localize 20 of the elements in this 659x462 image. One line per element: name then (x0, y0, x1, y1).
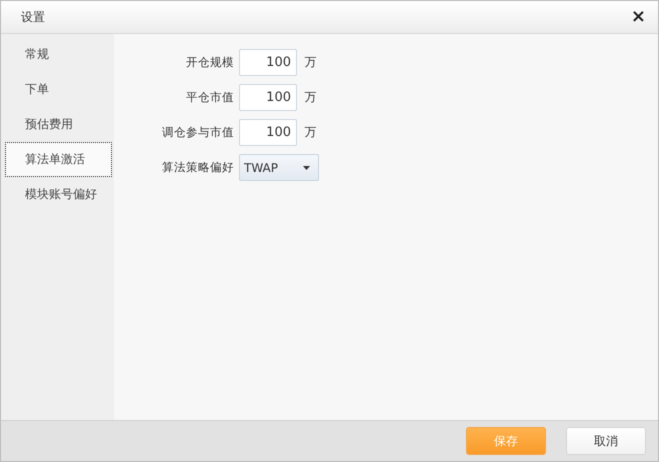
unit-label: 万 (304, 54, 318, 71)
field-label: 调仓参与市值 (161, 125, 234, 140)
window-title: 设置 (21, 8, 45, 26)
field-label: 算法策略偏好 (161, 160, 234, 175)
close-button[interactable]: × (626, 8, 650, 26)
unit-label: 万 (304, 124, 318, 141)
dropdown[interactable]: TWAP (239, 154, 319, 181)
sidebar-item[interactable]: 预估费用 (5, 107, 112, 142)
sidebar-item[interactable]: 常规 (5, 37, 112, 72)
number-field[interactable]: 100 (239, 49, 297, 76)
field-label: 平仓市值 (185, 90, 234, 105)
sidebar-item[interactable]: 下单 (5, 72, 112, 107)
caret-icon (303, 166, 310, 170)
field-label: 开仓规模 (185, 55, 234, 70)
sidebar-item[interactable]: 算法单激活 (5, 142, 112, 177)
unit-label: 万 (304, 89, 318, 106)
number-field[interactable]: 100 (239, 119, 297, 146)
number-field[interactable]: 100 (239, 84, 297, 111)
cancel-button[interactable]: 取消 (566, 427, 646, 455)
sidebar-item[interactable]: 模块账号偏好 (5, 177, 112, 212)
